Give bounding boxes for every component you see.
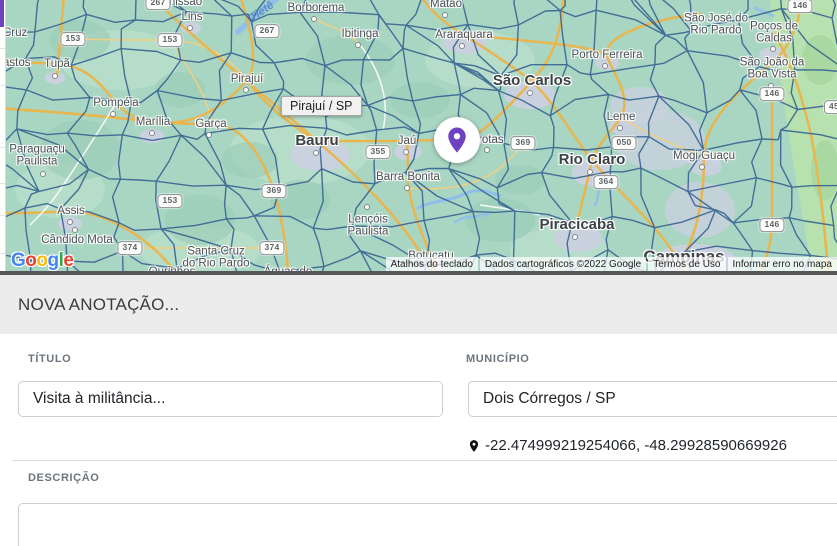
map-label: Mogi Guaçu — [672, 149, 736, 162]
coordinates-value: -22.474999219254066, -48.29928590669926 — [485, 437, 787, 454]
map-label: Cândido Mota — [41, 233, 113, 246]
road-shield: 267 — [254, 24, 280, 38]
town-dot — [527, 90, 533, 96]
road-shield: 153 — [157, 33, 183, 47]
panel-title-bar: NOVA ANOTAÇÃO... — [0, 275, 837, 334]
panel-top-divider — [0, 271, 837, 275]
town-dot — [587, 169, 593, 175]
town-dot — [404, 185, 410, 191]
road-shield: 153 — [157, 194, 183, 208]
report-map-error-link[interactable]: Informar erro no mapa — [727, 257, 837, 271]
map-label: Araraquara — [435, 28, 493, 41]
town-dot — [52, 73, 58, 79]
road-shield: 369 — [261, 184, 287, 198]
map-label: Borborema — [287, 1, 345, 14]
map-label: Rio Claro — [558, 150, 626, 168]
map-attribution-bar: Atalhos do teclado Dados cartográficos ©… — [384, 257, 837, 271]
town-dot — [617, 125, 623, 131]
map-label: Tupã — [44, 57, 70, 70]
map-label: Barra Bonita — [376, 170, 440, 183]
map-label: Ibitinga — [341, 27, 379, 40]
map-canvas[interactable]: Cruz astos Tupã Pompéia Marília Garça Paraguaç… — [0, 0, 837, 271]
road-shield: 267 — [145, 0, 171, 10]
town-dot — [313, 150, 319, 156]
descricao-textarea[interactable] — [18, 503, 837, 546]
municipio-label: MUNICÍPIO — [466, 353, 530, 365]
map-label: Leme — [606, 110, 636, 123]
road-shield: 146 — [759, 87, 785, 101]
town-dot — [442, 12, 448, 18]
map-label: Lins — [181, 10, 203, 23]
road-shield: 374 — [117, 241, 143, 255]
map-label: Porto Ferreira — [571, 48, 643, 61]
map-label: Cruz — [3, 26, 28, 39]
town-dot — [243, 87, 249, 93]
map-label: São Carlos — [492, 71, 572, 89]
map-pin-icon — [448, 127, 466, 153]
map-label: Pompéia — [93, 96, 139, 109]
road-shield: 050 — [611, 136, 637, 150]
map-labels-layer: Cruz astos Tupã Pompéia Marília Garça Paraguaç… — [0, 0, 837, 271]
annotation-form: TÍTULO MUNICÍPIO -22.474999219254066, -4… — [0, 334, 837, 546]
titulo-input[interactable] — [18, 381, 443, 417]
map-data-attribution: Dados cartográficos ©2022 Google — [479, 257, 647, 271]
map-label: Santa Cruz do Rio Pardo — [182, 245, 250, 270]
town-dot — [72, 227, 78, 233]
map-label: Paraguaçu Paulista — [9, 143, 65, 168]
coordinates-row: -22.474999219254066, -48.29928590669926 — [467, 437, 787, 454]
road-shield: 153 — [60, 32, 86, 46]
town-dot — [311, 16, 317, 22]
town-dot — [572, 234, 578, 240]
map-label: Marília — [135, 115, 171, 128]
map-label: Assis — [57, 204, 85, 217]
map-label: Jaú — [397, 134, 417, 147]
road-shield: 355 — [365, 145, 391, 159]
page-edge-accent — [0, 0, 4, 27]
map-label: Poços de Caldas — [750, 20, 798, 45]
town-dot — [206, 132, 212, 138]
town-dot — [403, 149, 409, 155]
map-label: Piracicaba — [539, 215, 615, 233]
map-label: Bauru — [295, 131, 339, 149]
town-dot — [355, 42, 361, 48]
map-label: Lençóis Paulista — [347, 213, 389, 238]
town-dot — [187, 25, 193, 31]
town-dot — [364, 204, 370, 210]
road-shield: 364 — [593, 175, 619, 189]
road-shield: 45 — [823, 100, 837, 114]
terms-of-use-link[interactable]: Termos de Uso — [648, 257, 726, 271]
town-dot — [770, 46, 776, 52]
municipio-input[interactable] — [468, 381, 837, 417]
map-label: São João da Boa Vista — [739, 56, 805, 81]
map-label: Matão — [430, 0, 462, 10]
road-shield: 369 — [510, 136, 536, 150]
map-label: astos — [3, 56, 31, 69]
town-dot — [699, 164, 705, 170]
road-shield: 146 — [787, 0, 813, 13]
road-shield: 374 — [259, 241, 285, 255]
panel-title: NOVA ANOTAÇÃO... — [18, 294, 180, 314]
town-dot — [67, 219, 73, 225]
map-label: São José do Rio Pardo — [684, 12, 748, 37]
titulo-label: TÍTULO — [28, 353, 72, 365]
map-label: Garça — [195, 117, 227, 130]
town-dot — [484, 147, 490, 153]
map-label: Pirajuí — [230, 72, 264, 85]
road-shield: 146 — [759, 218, 785, 232]
map-river-label: Tietê — [247, 0, 277, 25]
town-dot — [110, 111, 116, 117]
map-marker[interactable] — [434, 117, 480, 163]
google-logo[interactable]: Google — [11, 250, 74, 271]
town-dot — [149, 130, 155, 136]
page-edge-sliver-lower — [0, 0, 6, 271]
location-pin-icon — [469, 439, 479, 452]
town-dot — [40, 171, 46, 177]
town-dot — [602, 63, 608, 69]
map-hover-tooltip: Pirajuí / SP — [281, 96, 362, 116]
town-dot — [459, 43, 465, 49]
descricao-label: DESCRIÇÃO — [28, 472, 100, 484]
keyboard-shortcuts-link[interactable]: Atalhos do teclado — [385, 257, 478, 271]
form-divider — [12, 460, 837, 461]
